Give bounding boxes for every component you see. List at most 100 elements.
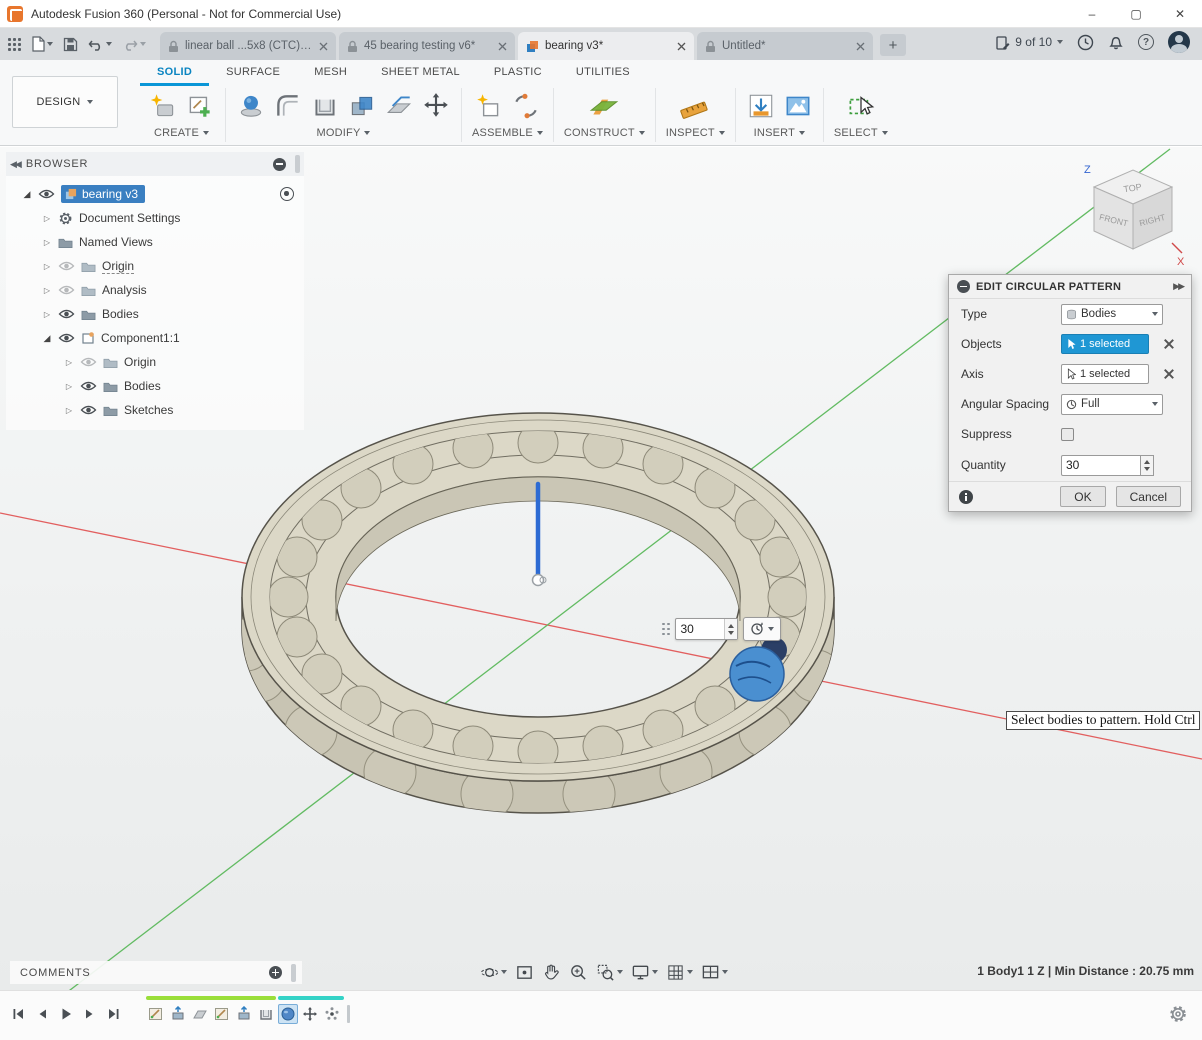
step-forward-button[interactable] [80,1004,100,1024]
tree-row-named-views[interactable]: ▷ Named Views [6,230,304,254]
type-select[interactable]: Bodies [1061,304,1163,325]
step-back-button[interactable] [32,1004,52,1024]
close-tab-icon[interactable] [677,42,686,51]
expand-arrow[interactable]: ▷ [64,382,74,391]
new-component-icon[interactable] [474,91,504,121]
selected-ball[interactable] [730,647,784,701]
timeline-item-move[interactable] [300,1004,320,1024]
tree-row-document-settings[interactable]: ▷ Document Settings [6,206,304,230]
shell-icon[interactable] [310,91,340,121]
grid-snap-button[interactable] [666,963,693,982]
close-tab-icon[interactable] [319,42,328,51]
widget-drag-handle[interactable] [662,623,670,636]
quantity-input[interactable] [1061,455,1141,476]
dialog-collapse-icon[interactable] [957,280,970,293]
tree-label[interactable]: Analysis [102,283,147,297]
close-button[interactable]: ✕ [1158,0,1202,28]
look-at-icon[interactable] [515,963,534,982]
tab-utilities[interactable]: UTILITIES [559,60,647,86]
new-tab-button[interactable]: + [880,34,906,56]
minimize-panel-icon[interactable] [273,158,286,171]
clear-axis-icon[interactable] [1163,368,1175,380]
tree-row-origin[interactable]: ▷ Origin [6,254,304,278]
document-tab[interactable]: 45 bearing testing v6* [339,32,515,60]
job-status-button[interactable]: 9 of 10 [995,35,1063,50]
group-insert-label[interactable]: INSERT [754,127,795,139]
new-body-icon[interactable] [148,91,178,121]
pattern-quantity-input[interactable] [676,619,724,639]
viewports-button[interactable] [701,963,728,982]
document-tab[interactable]: linear ball ...5x8 (CTC) v2 [160,32,336,60]
decal-icon[interactable] [783,91,813,121]
workspace-selector[interactable]: DESIGN [12,76,118,128]
activate-component-radio[interactable] [280,187,294,201]
expand-arrow[interactable]: ▷ [64,406,74,415]
panel-drag-handle[interactable] [291,964,296,982]
tab-mesh[interactable]: MESH [297,60,364,86]
create-sketch-icon[interactable] [185,91,215,121]
fillet-icon[interactable] [273,91,303,121]
document-tab-active[interactable]: bearing v3* [518,32,694,60]
axis-selection-chip[interactable]: 1 selected [1061,364,1149,384]
dialog-dock-icon[interactable]: ▶▶ [1173,281,1183,292]
notifications-bell-icon[interactable] [1108,34,1124,51]
joint-icon[interactable] [511,91,541,121]
timeline-item-sketch[interactable] [212,1004,232,1024]
visibility-eye-icon[interactable] [58,284,75,296]
expand-arrow[interactable]: ▷ [42,262,52,271]
orbit-button[interactable] [480,963,507,982]
offset-face-icon[interactable] [384,91,414,121]
dialog-header[interactable]: EDIT CIRCULAR PATTERN ▶▶ [949,275,1191,299]
group-select-label[interactable]: SELECT [834,127,878,139]
group-assemble-label[interactable]: ASSEMBLE [472,127,533,139]
visibility-eye-icon[interactable] [80,356,97,368]
timeline-end-marker[interactable] [347,1005,350,1023]
tree-row-component-sketches[interactable]: ▷ Sketches [6,398,304,422]
tree-row-analysis[interactable]: ▷ Analysis [6,278,304,302]
redo-button[interactable] [122,37,146,51]
timeline-item-extrude[interactable] [168,1004,188,1024]
group-modify-label[interactable]: MODIFY [317,127,361,139]
view-cube[interactable]: Z TOP FRONT RIGHT X [1076,157,1188,269]
add-comment-icon[interactable] [269,966,282,979]
document-tab[interactable]: Untitled* [697,32,873,60]
clear-objects-icon[interactable] [1163,338,1175,350]
tree-label[interactable]: Sketches [124,403,173,417]
visibility-eye-icon[interactable] [58,332,75,344]
save-icon[interactable] [63,37,78,52]
ok-button[interactable]: OK [1060,486,1105,507]
construction-plane-icon[interactable] [587,91,621,121]
expand-arrow[interactable]: ◢ [22,189,32,200]
expand-arrow[interactable]: ▷ [42,214,52,223]
cancel-button[interactable]: Cancel [1116,486,1181,507]
timeline-item-offset-plane[interactable] [190,1004,210,1024]
move-copy-icon[interactable] [421,91,451,121]
visibility-eye-icon[interactable] [80,404,97,416]
timeline-item-circular-pattern[interactable] [322,1004,342,1024]
expand-arrow[interactable]: ▷ [42,238,52,247]
visibility-eye-icon[interactable] [38,188,55,200]
close-tab-icon[interactable] [856,42,865,51]
timeline-item-shell[interactable] [256,1004,276,1024]
comments-panel[interactable]: COMMENTS [10,961,302,984]
group-construct-label[interactable]: CONSTRUCT [564,127,635,139]
tree-label[interactable]: Named Views [79,235,153,249]
tree-row-component[interactable]: ◢ Component1:1 [6,326,304,350]
play-button[interactable] [56,1004,76,1024]
fit-button[interactable] [596,963,623,982]
timeline-settings-gear-icon[interactable] [1168,1004,1188,1029]
expand-arrow[interactable]: ▷ [42,286,52,295]
app-launcher-icon[interactable] [8,38,21,51]
go-to-start-button[interactable] [8,1004,28,1024]
suppress-checkbox[interactable] [1061,428,1074,441]
display-settings-button[interactable] [631,963,658,982]
tree-row-bodies[interactable]: ▷ Bodies [6,302,304,326]
zoom-icon[interactable] [569,963,588,982]
visibility-eye-icon[interactable] [58,308,75,320]
select-icon[interactable] [844,91,878,121]
expand-arrow[interactable]: ▷ [64,358,74,367]
angular-spacing-select[interactable]: Full [1061,394,1163,415]
tab-sheet-metal[interactable]: SHEET METAL [364,60,477,86]
undo-button[interactable] [88,37,112,51]
origin-marker[interactable] [533,575,544,586]
